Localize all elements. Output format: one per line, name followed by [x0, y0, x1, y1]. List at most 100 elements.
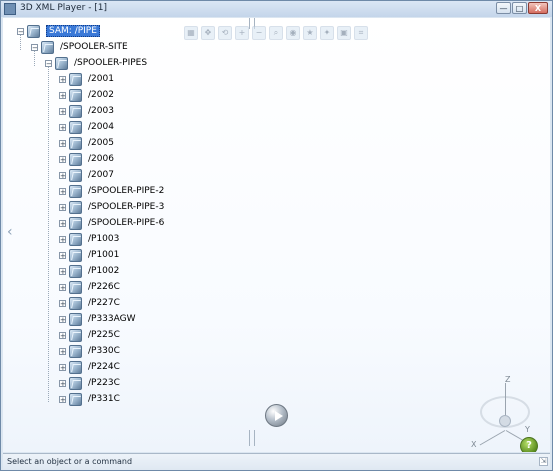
expand-toggle-icon[interactable]: + — [59, 75, 66, 83]
expand-toggle-icon[interactable]: + — [59, 315, 66, 323]
expand-toggle-icon[interactable]: + — [59, 219, 66, 227]
tree-node[interactable]: + /P1001 — [59, 247, 119, 263]
normal-view-icon[interactable]: ◉ — [286, 26, 300, 40]
product-cube-icon — [69, 360, 82, 374]
tree-node-label: /2003 — [88, 106, 114, 116]
expand-toggle-icon[interactable]: + — [59, 187, 66, 195]
tree-node[interactable]: + /P225C — [59, 327, 120, 343]
zoom-out-icon[interactable]: − — [252, 26, 266, 40]
tree-node[interactable]: + /P226C — [59, 279, 120, 295]
tree-node-label: /P1001 — [88, 250, 120, 260]
section-icon[interactable]: ▣ — [337, 26, 351, 40]
maximize-button[interactable]: □ — [512, 2, 527, 14]
tree-node[interactable]: + /P223C — [59, 375, 120, 391]
product-cube-icon — [69, 232, 82, 246]
product-cube-icon — [27, 24, 40, 38]
expand-toggle-icon[interactable]: + — [59, 347, 66, 355]
close-button[interactable]: X — [528, 2, 548, 14]
app-icon — [4, 3, 16, 15]
product-cube-icon — [69, 136, 82, 150]
tree-node[interactable]: + /P224C — [59, 359, 120, 375]
materials-icon[interactable]: ✦ — [320, 26, 334, 40]
tree-node-label: /2002 — [88, 90, 114, 100]
tree-node[interactable]: + /P227C — [59, 295, 120, 311]
tree-node[interactable]: + /2005 — [59, 135, 114, 151]
tree-node[interactable]: + /P330C — [59, 343, 120, 359]
expand-toggle-icon[interactable]: + — [59, 363, 66, 371]
expand-toggle-icon[interactable]: + — [59, 139, 66, 147]
expand-toggle-icon[interactable]: + — [59, 251, 66, 259]
tree-node[interactable]: + /2004 — [59, 119, 114, 135]
expand-toggle-icon[interactable]: + — [59, 283, 66, 291]
bottom-splitter-handle[interactable] — [249, 430, 255, 446]
pan-icon[interactable]: ✥ — [201, 26, 215, 40]
tree-node[interactable]: + /2003 — [59, 103, 114, 119]
tree-root-node[interactable]: − SAM: /PIPE — [17, 23, 100, 39]
tree-node[interactable]: + /SPOOLER-PIPE-2 — [59, 183, 164, 199]
product-cube-icon — [69, 72, 82, 86]
play-button[interactable] — [265, 404, 288, 427]
expand-toggle-icon[interactable]: + — [59, 299, 66, 307]
tree-node[interactable]: + /SPOOLER-PIPE-6 — [59, 215, 164, 231]
tree-node[interactable]: − /SPOOLER-PIPES — [45, 55, 147, 71]
multi-view-icon[interactable]: ★ — [303, 26, 317, 40]
tree-node-label: /SPOOLER-PIPE-2 — [88, 186, 165, 196]
expand-toggle-icon[interactable]: + — [59, 203, 66, 211]
product-cube-icon — [69, 88, 82, 102]
help-badge[interactable]: ? — [520, 437, 538, 452]
product-cube-icon — [69, 296, 82, 310]
3d-viewport[interactable]: ‹ ▦ ✥ ⟲ + − ⌕ ◉ ★ ✦ ▣ ⌗ − SAM: /PIPE −/SPO… — [3, 18, 550, 452]
expand-toggle-icon[interactable]: + — [59, 235, 66, 243]
product-cube-icon — [69, 200, 82, 214]
expand-toggle-icon[interactable]: + — [59, 107, 66, 115]
expand-toggle-icon[interactable]: + — [59, 171, 66, 179]
expand-toggle-icon[interactable]: + — [59, 379, 66, 387]
expand-toggle-icon[interactable]: + — [59, 331, 66, 339]
tree-node-label: /P331C — [88, 394, 120, 404]
tree-node[interactable]: + /P1002 — [59, 263, 119, 279]
expand-toggle-icon[interactable]: + — [59, 267, 66, 275]
product-cube-icon — [55, 56, 68, 70]
minimize-button[interactable]: — — [496, 2, 511, 14]
collapse-toggle-icon[interactable]: − — [31, 43, 38, 51]
tree-node-label: /SPOOLER-PIPE-6 — [88, 218, 165, 228]
zoom-area-icon[interactable]: ⌕ — [269, 26, 283, 40]
measure-icon[interactable]: ⌗ — [354, 26, 368, 40]
tree-node-label: /2005 — [88, 138, 114, 148]
zoom-in-icon[interactable]: + — [235, 26, 249, 40]
rotate-icon[interactable]: ⟲ — [218, 26, 232, 40]
expand-toggle-icon[interactable]: + — [59, 395, 66, 403]
compass-x-label: X — [471, 440, 477, 449]
fit-all-icon[interactable]: ▦ — [184, 26, 198, 40]
tree-node[interactable]: + /2001 — [59, 71, 114, 87]
tree-node-label: /P330C — [88, 346, 120, 356]
product-cube-icon — [69, 280, 82, 294]
tree-node-label: /2004 — [88, 122, 114, 132]
product-cube-icon — [69, 312, 82, 326]
window-controls: — □ X — [496, 2, 548, 14]
expand-toggle-icon[interactable]: + — [59, 91, 66, 99]
expand-toggle-icon[interactable]: + — [59, 155, 66, 163]
status-resize-icon[interactable]: ⇲ — [539, 457, 548, 466]
product-cube-icon — [69, 376, 82, 390]
tree-node[interactable]: + /SPOOLER-PIPE-3 — [59, 199, 164, 215]
tree-node-label: /P1002 — [88, 266, 120, 276]
window-title: 3D XML Player - [1] — [20, 3, 108, 13]
tree-node[interactable]: + /P331C — [59, 391, 120, 407]
status-bar: Select an object or a command ⇲ — [3, 453, 550, 470]
tree-node[interactable]: + /2002 — [59, 87, 114, 103]
tree-node[interactable]: + /2007 — [59, 167, 114, 183]
tree-node[interactable]: + /P1003 — [59, 231, 119, 247]
tree-node-label: /2007 — [88, 170, 114, 180]
tree-node[interactable]: + /2006 — [59, 151, 114, 167]
tree-node[interactable]: − /SPOOLER-SITE — [31, 39, 128, 55]
collapse-left-arrow[interactable]: ‹ — [7, 225, 17, 239]
tree-node-label: /P333AGW — [88, 314, 136, 324]
view-toolbar: ▦ ✥ ⟲ + − ⌕ ◉ ★ ✦ ▣ ⌗ — [184, 23, 372, 43]
product-cube-icon — [69, 328, 82, 342]
tree-node[interactable]: + /P333AGW — [59, 311, 136, 327]
collapse-toggle-icon[interactable]: − — [17, 27, 24, 35]
collapse-toggle-icon[interactable]: − — [45, 59, 52, 67]
orientation-compass[interactable]: Z X Y ? — [468, 375, 538, 452]
expand-toggle-icon[interactable]: + — [59, 123, 66, 131]
